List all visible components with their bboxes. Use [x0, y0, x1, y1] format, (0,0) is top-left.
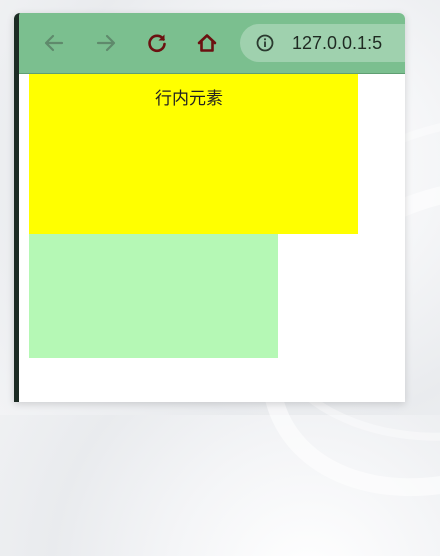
- browser-window: 127.0.0.1:5 行内元素: [14, 13, 405, 402]
- back-arrow-icon: [44, 34, 64, 52]
- reload-icon: [148, 34, 166, 53]
- home-icon: [197, 34, 217, 52]
- page-viewport: 行内元素: [19, 74, 405, 402]
- forward-button[interactable]: [88, 25, 124, 61]
- browser-toolbar: 127.0.0.1:5: [19, 13, 405, 74]
- info-icon[interactable]: [256, 34, 274, 52]
- reload-button[interactable]: [139, 25, 175, 61]
- yellow-block: 行内元素: [29, 74, 358, 234]
- url-text: 127.0.0.1:5: [292, 33, 383, 53]
- home-button[interactable]: [189, 25, 225, 61]
- back-button[interactable]: [36, 25, 72, 61]
- forward-arrow-icon: [96, 34, 116, 52]
- address-bar[interactable]: 127.0.0.1:5: [240, 24, 405, 62]
- inline-element-text: 行内元素: [155, 89, 223, 109]
- green-block: [29, 234, 278, 358]
